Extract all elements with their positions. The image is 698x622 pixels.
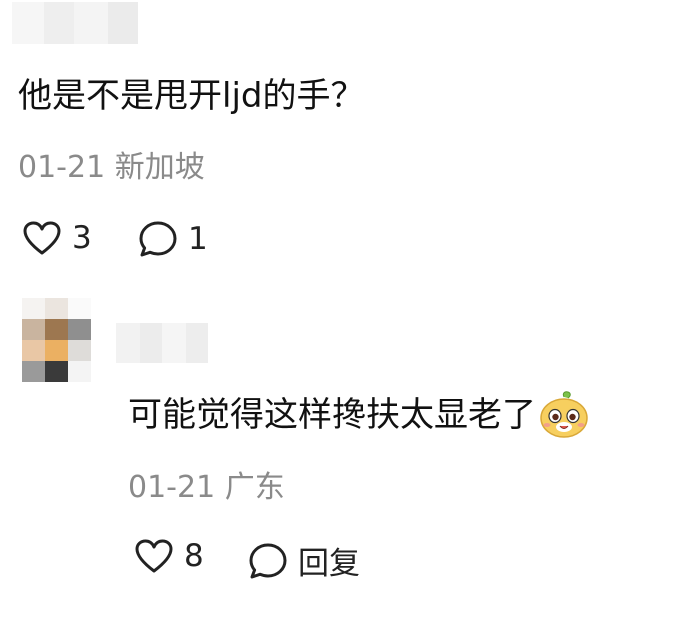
- avatar[interactable]: [22, 298, 91, 382]
- username-blurred[interactable]: [116, 323, 208, 363]
- heart-icon: [23, 221, 61, 255]
- comment-bubble-icon: [139, 221, 177, 257]
- like-button[interactable]: 8: [134, 538, 204, 574]
- like-count: 8: [184, 538, 204, 574]
- reply-button[interactable]: 回复: [248, 538, 360, 583]
- comment-location: 新加坡: [114, 150, 205, 185]
- comment-meta: 01-21 新加坡: [18, 150, 205, 186]
- comment-text-content: 可能觉得这样搀扶太显老了: [128, 395, 536, 435]
- comment-text: 可能觉得这样搀扶太显老了: [128, 390, 590, 440]
- comment-date: 01-21: [128, 470, 216, 505]
- like-count: 3: [72, 220, 92, 256]
- reply-button[interactable]: 1: [138, 220, 208, 258]
- comment-location: 广东: [224, 470, 285, 505]
- heart-icon: [135, 539, 173, 573]
- comment-meta: 01-21 广东: [128, 470, 285, 506]
- reply-count: 1: [188, 221, 208, 257]
- smiling-fruit-sticker-icon: [540, 391, 588, 438]
- reply-label: 回复: [298, 546, 360, 582]
- like-button[interactable]: 3: [22, 220, 92, 256]
- comment-date: 01-21: [18, 150, 106, 185]
- comment-bubble-icon: [249, 543, 287, 578]
- username-blurred[interactable]: [12, 2, 138, 44]
- comment-text: 他是不是甩开ljd的手？: [18, 76, 365, 116]
